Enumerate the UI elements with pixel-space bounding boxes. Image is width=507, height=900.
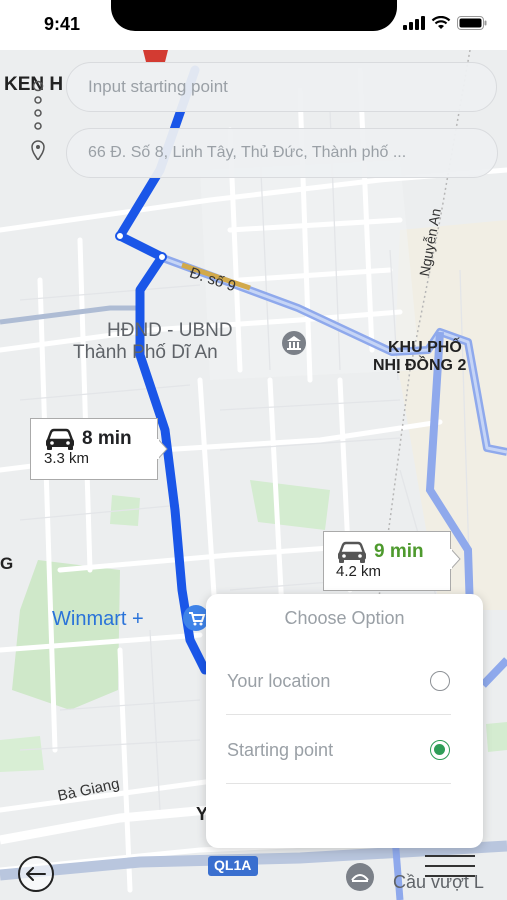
- option-label: Starting point: [227, 739, 334, 760]
- poi-label-line2: Thành Phố Dĩ An: [73, 342, 218, 363]
- car-icon: [338, 541, 366, 563]
- route-time: 9 min: [374, 541, 424, 562]
- device-notch: [111, 0, 397, 31]
- route-distance: 3.3 km: [44, 450, 90, 467]
- starting-point-placeholder: Input starting point: [88, 77, 228, 96]
- route-card-primary-pointer: [157, 438, 168, 460]
- radio-unselected-icon[interactable]: [430, 671, 450, 691]
- destination-input[interactable]: 66 Đ. Số 8, Linh Tây, Thủ Đức, Thành phố…: [66, 128, 498, 178]
- area-label-line2: NHỊ ĐỒNG 2: [373, 357, 467, 374]
- destination-pin-icon: [31, 140, 45, 162]
- winmart-label: Winmart +: [52, 608, 144, 630]
- government-building-icon: [282, 331, 306, 355]
- route-distance: 4.2 km: [336, 563, 382, 580]
- arrow-left-icon: [26, 867, 46, 881]
- option-your-location[interactable]: Your location: [226, 648, 451, 715]
- route-time: 8 min: [82, 428, 132, 449]
- status-time: 9:41: [44, 14, 81, 34]
- option-panel-title: Choose Option: [284, 608, 405, 628]
- area-label-line1: KHU PHỐ: [388, 339, 462, 356]
- route-card-alternate[interactable]: 9 min 4.2 km: [323, 531, 451, 591]
- destination-value: 66 Đ. Số 8, Linh Tây, Thủ Đức, Thành phố…: [88, 144, 407, 161]
- route-card-alternate-pointer: [450, 548, 461, 570]
- option-starting-point[interactable]: Starting point: [226, 717, 451, 784]
- car-icon: [46, 428, 74, 450]
- road-shield-ql1a: QL1A: [214, 857, 252, 873]
- status-icons: [403, 16, 487, 30]
- wifi-icon: [431, 16, 451, 29]
- status-bar: 9:41: [0, 0, 507, 50]
- radio-selected-icon[interactable]: [430, 740, 450, 760]
- poi-label-line1: HĐND - UBND: [107, 320, 233, 341]
- map-label-edge-g: G: [0, 554, 14, 573]
- starting-point-input[interactable]: Input starting point: [66, 62, 497, 112]
- option-label: Your location: [227, 670, 331, 691]
- start-dot-icon: [32, 80, 44, 92]
- route-card-primary[interactable]: 8 min 3.3 km: [30, 418, 158, 480]
- back-button[interactable]: [18, 856, 54, 892]
- battery-icon: [457, 16, 487, 30]
- cellular-signal-icon: [403, 16, 425, 30]
- choose-option-panel: Choose Option Your location Starting poi…: [206, 594, 483, 848]
- route-indicator: [30, 80, 46, 165]
- menu-icon[interactable]: [425, 855, 475, 877]
- bridge-icon: [346, 863, 374, 891]
